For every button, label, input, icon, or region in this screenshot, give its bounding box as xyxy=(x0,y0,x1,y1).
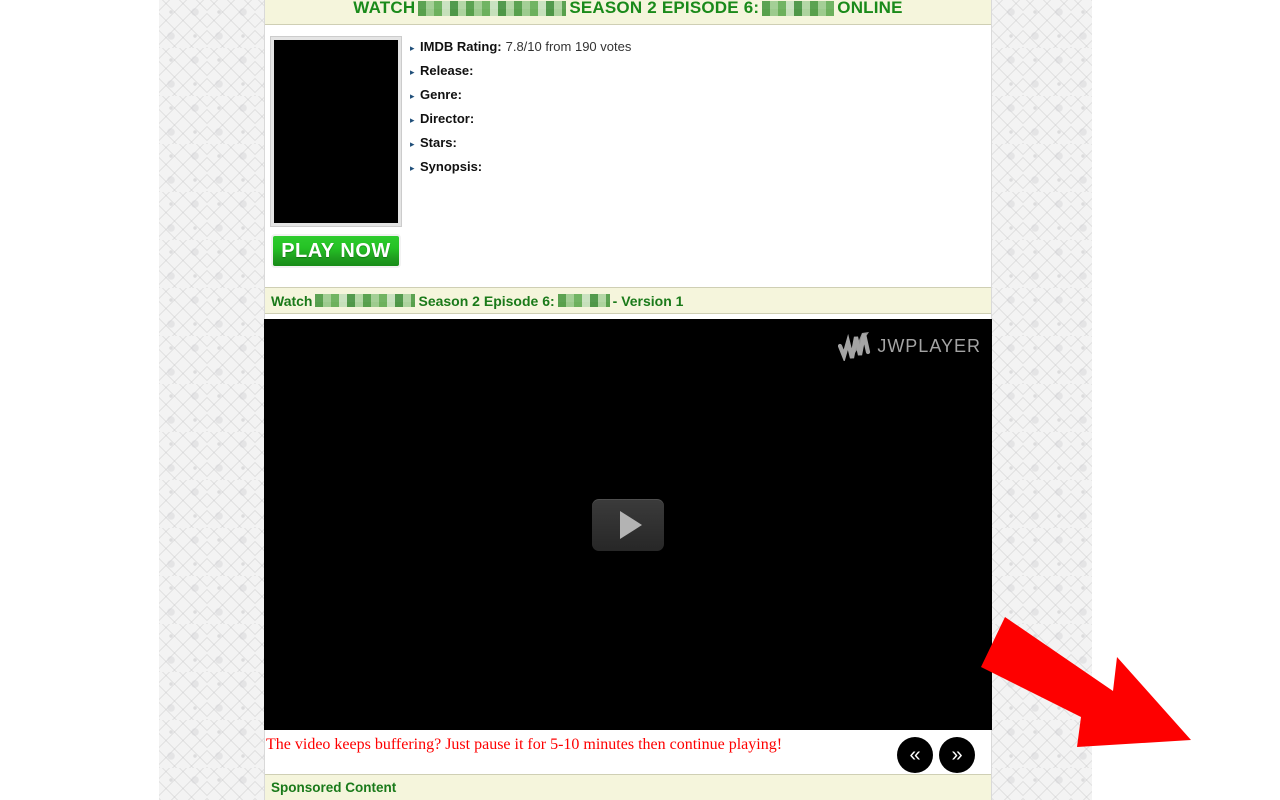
page-title-band: WATCH SEASON 2 EPISODE 6: ONLINE xyxy=(265,0,991,25)
meta-row-genre: ▸ Genre: xyxy=(410,87,970,111)
page-title-prefix: WATCH xyxy=(353,0,416,17)
play-now-button[interactable]: PLAY NOW xyxy=(271,234,401,268)
meta-row-imdb-rating: ▸ IMDB Rating: 7.8/10 from 190 votes xyxy=(410,39,970,63)
bullet-icon: ▸ xyxy=(410,43,415,53)
version-prefix: Watch xyxy=(271,292,313,309)
meta-row-director: ▸ Director: xyxy=(410,111,970,135)
buffering-notice-text: The video keeps buffering? Just pause it… xyxy=(266,736,783,753)
buffering-notice-row: The video keeps buffering? Just pause it… xyxy=(265,730,991,773)
redacted-show-title xyxy=(418,0,567,16)
next-episode-button[interactable]: » xyxy=(939,737,975,773)
redacted-episode-title xyxy=(762,0,835,16)
meta-label: Stars: xyxy=(420,135,457,150)
bullet-icon: ▸ xyxy=(410,163,415,173)
bullet-icon: ▸ xyxy=(410,115,415,125)
video-player[interactable]: JWPLAYER xyxy=(264,319,992,730)
jwplayer-w-logo-icon xyxy=(838,332,871,361)
version-suffix: - Version 1 xyxy=(612,292,684,309)
meta-label: Genre: xyxy=(420,87,462,102)
meta-value: 7.8/10 from 190 votes xyxy=(505,39,632,54)
meta-row-stars: ▸ Stars: xyxy=(410,135,970,159)
page-title-suffix: ONLINE xyxy=(837,0,903,17)
bullet-icon: ▸ xyxy=(410,139,415,149)
bullet-icon: ▸ xyxy=(410,91,415,101)
red-arrow-annotation-icon xyxy=(981,617,1191,747)
page-background-pattern: WATCH SEASON 2 EPISODE 6: ONLINE ▸ IMDB … xyxy=(159,0,1191,800)
poster-thumbnail xyxy=(270,36,402,227)
redacted-episode-title-version xyxy=(557,294,610,307)
meta-label: IMDB Rating: xyxy=(420,39,502,54)
redacted-show-title-version xyxy=(315,294,416,307)
meta-label: Director: xyxy=(420,111,475,126)
meta-label: Synopsis: xyxy=(420,159,483,174)
version-bar: Watch Season 2 Episode 6: - Version 1 xyxy=(265,287,991,314)
jwplayer-wordmark: JWPLAYER xyxy=(877,335,981,356)
jwplayer-logo: JWPLAYER xyxy=(838,331,981,361)
previous-episode-button[interactable]: « xyxy=(897,737,933,773)
main-content-column: WATCH SEASON 2 EPISODE 6: ONLINE ▸ IMDB … xyxy=(264,0,1191,800)
meta-row-release: ▸ Release: xyxy=(410,63,970,87)
metadata-list: ▸ IMDB Rating: 7.8/10 from 190 votes ▸ R… xyxy=(410,39,970,183)
meta-row-synopsis: ▸ Synopsis: xyxy=(410,159,970,183)
sponsored-content-heading: Sponsored Content xyxy=(265,774,991,800)
page-title-middle: SEASON 2 EPISODE 6: xyxy=(569,0,760,17)
meta-label: Release: xyxy=(420,63,474,78)
bullet-icon: ▸ xyxy=(410,67,415,77)
play-triangle-icon xyxy=(620,510,642,539)
movie-info-panel: ▸ IMDB Rating: 7.8/10 from 190 votes ▸ R… xyxy=(265,27,991,282)
version-middle: Season 2 Episode 6: xyxy=(418,292,555,309)
play-button-overlay[interactable] xyxy=(592,498,664,551)
